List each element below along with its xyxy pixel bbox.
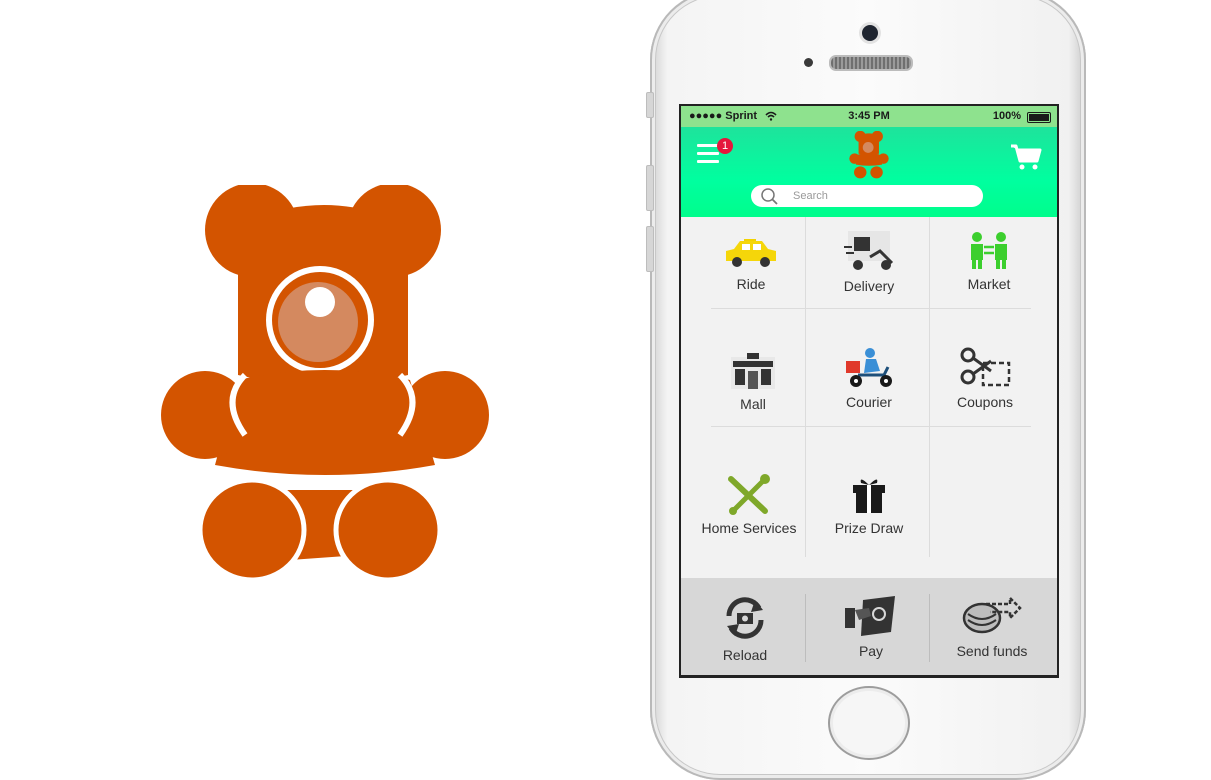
bear-logo-icon (849, 131, 889, 179)
services-grid: Ride Delivery Market Mall Courier Coupon… (681, 217, 1057, 557)
market-people-icon (971, 232, 1007, 269)
service-label: Delivery (843, 278, 895, 294)
service-label: Coupons (956, 394, 1014, 410)
gift-icon (853, 479, 885, 513)
battery-percent: 100% (992, 110, 1021, 122)
bottom-action-bar: Reload Pay Send funds (681, 578, 1057, 675)
bottom-label: Pay (858, 643, 884, 659)
service-home-services[interactable]: Home Services (691, 473, 807, 536)
phone-screen: ●●●●● Sprint 3:45 PM 100% 1 Search Ride … (679, 104, 1059, 678)
service-prize-draw[interactable]: Prize Draw (817, 473, 921, 536)
service-label: Home Services (701, 520, 797, 536)
grid-divider (711, 426, 1031, 427)
volume-down-button (646, 226, 654, 272)
bear-logo-icon (161, 185, 489, 583)
bottom-label: Reload (722, 647, 768, 663)
battery-icon (1027, 112, 1051, 123)
cart-icon[interactable] (1009, 143, 1043, 171)
service-mall[interactable]: Mall (703, 351, 803, 412)
grid-divider (711, 308, 1031, 309)
service-label: Courier (846, 394, 892, 410)
search-placeholder: Search (793, 190, 828, 202)
proximity-sensor (804, 58, 813, 67)
hamburger-icon (697, 144, 719, 147)
bottom-label: Send funds (956, 643, 1028, 659)
tools-icon (728, 474, 770, 515)
send-coins-icon (962, 594, 1022, 634)
mall-building-icon (731, 353, 775, 389)
mute-switch (646, 92, 654, 118)
service-ride[interactable]: Ride (701, 235, 801, 292)
menu-button[interactable]: 1 (697, 138, 733, 168)
bar-divider (805, 594, 806, 662)
volume-up-button (646, 165, 654, 211)
app-header: 1 Search (681, 127, 1057, 217)
front-camera (862, 25, 878, 41)
grid-divider (929, 217, 930, 557)
service-label: Mall (740, 396, 766, 412)
service-market[interactable]: Market (939, 231, 1039, 292)
reload-button[interactable]: Reload (695, 594, 795, 663)
search-icon (761, 188, 778, 205)
service-label: Market (967, 276, 1011, 292)
courier-scooter-icon (846, 348, 892, 387)
scissors-coupon-icon (960, 347, 1011, 387)
pay-hand-icon (845, 596, 895, 636)
taxi-icon (726, 239, 776, 267)
home-button[interactable] (828, 686, 910, 760)
service-delivery[interactable]: Delivery (817, 229, 921, 294)
service-courier[interactable]: Courier (817, 347, 921, 410)
earpiece-speaker (829, 55, 913, 71)
service-label: Ride (736, 276, 766, 292)
service-coupons[interactable]: Coupons (933, 347, 1037, 410)
notification-badge: 1 (717, 138, 733, 154)
search-bar[interactable]: Search (751, 185, 983, 207)
service-label: Prize Draw (834, 520, 904, 536)
send-funds-button[interactable]: Send funds (939, 594, 1045, 659)
delivery-scooter-icon (844, 231, 894, 270)
status-bar: ●●●●● Sprint 3:45 PM 100% (681, 106, 1057, 127)
pay-button[interactable]: Pay (821, 594, 921, 659)
reload-icon (726, 597, 764, 639)
bar-divider (929, 594, 930, 662)
